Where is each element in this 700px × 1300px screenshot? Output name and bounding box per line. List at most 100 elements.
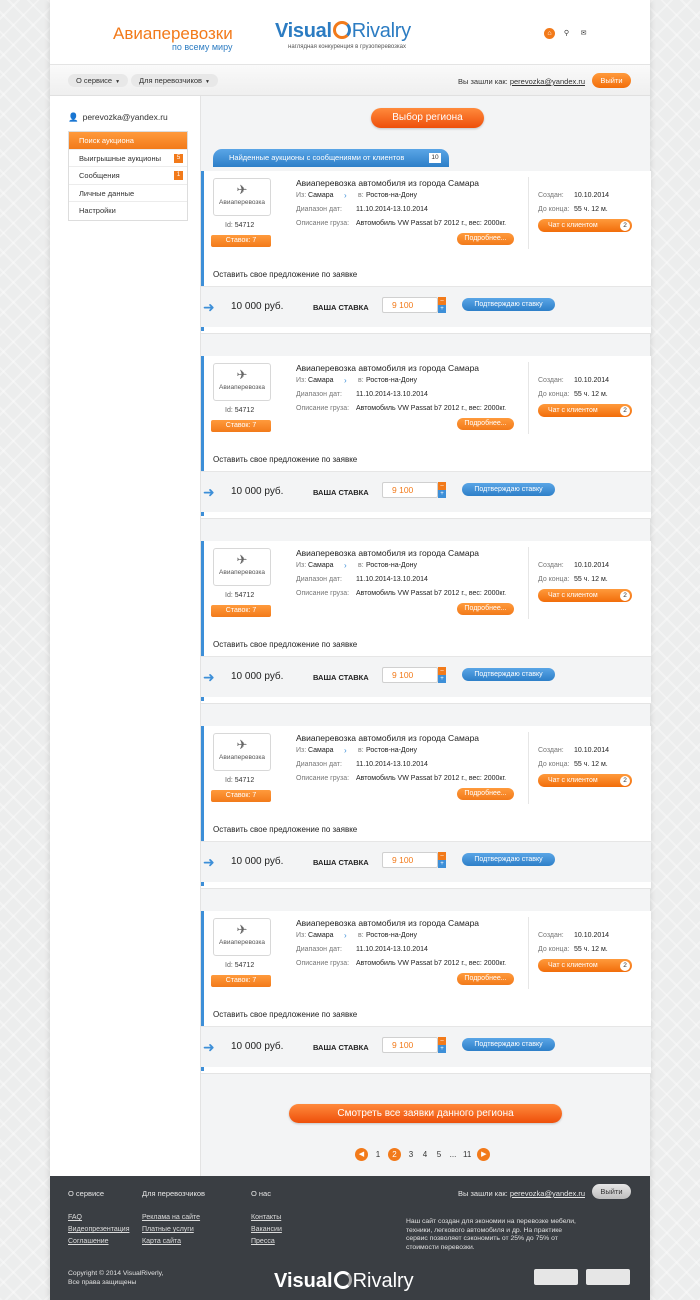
- bids-count-badge[interactable]: Ставок: 7: [211, 235, 271, 247]
- confirm-bid-button[interactable]: Подтверждаю ставку: [462, 1038, 555, 1051]
- footer-link-carriers[interactable]: Для перевозчиков: [142, 1189, 205, 1198]
- auction-title[interactable]: Авиаперевозка автомобиля из города Самар…: [296, 363, 479, 373]
- bids-count-badge[interactable]: Ставок: 7: [211, 975, 271, 987]
- view-all-region-button[interactable]: Смотреть все заявки данного региона: [289, 1104, 562, 1123]
- plus-icon[interactable]: +: [438, 860, 446, 868]
- page-4[interactable]: 4: [421, 1150, 429, 1159]
- mail-icon[interactable]: ✉: [578, 28, 589, 39]
- bid-stepper[interactable]: – +: [438, 667, 446, 683]
- sidebar-item-settings[interactable]: Настройки: [69, 202, 187, 220]
- page-3[interactable]: 3: [407, 1150, 415, 1159]
- nav-about-dropdown[interactable]: О сервисе ▼: [68, 74, 129, 87]
- sidebar-item-messages[interactable]: Сообщения 1: [69, 167, 187, 185]
- auction-thumbnail[interactable]: ✈ Авиаперевозка: [213, 363, 271, 401]
- confirm-bid-button[interactable]: Подтверждаю ставку: [462, 668, 555, 681]
- minus-icon[interactable]: –: [438, 667, 446, 675]
- footer-link-agreement[interactable]: Соглашение: [68, 1238, 109, 1245]
- from-label: Из:: [296, 192, 307, 199]
- page-1[interactable]: 1: [374, 1150, 382, 1159]
- auction-title[interactable]: Авиаперевозка автомобиля из города Самар…: [296, 733, 479, 743]
- plus-icon[interactable]: +: [438, 490, 446, 498]
- auction-thumbnail[interactable]: ✈ Авиаперевозка: [213, 178, 271, 216]
- footer-logged-email[interactable]: perevozka@yandex.ru: [510, 1189, 585, 1198]
- search-icon[interactable]: ⚲: [561, 28, 572, 39]
- plus-icon[interactable]: +: [438, 675, 446, 683]
- confirm-bid-button[interactable]: Подтверждаю ставку: [462, 483, 555, 496]
- chat-with-client-button[interactable]: Чат с клиентом 2: [538, 589, 632, 602]
- auction-thumbnail[interactable]: ✈ Авиаперевозка: [213, 548, 271, 586]
- auction-title[interactable]: Авиаперевозка автомобиля из города Самар…: [296, 178, 479, 188]
- minus-icon[interactable]: –: [438, 482, 446, 490]
- footer-link-press[interactable]: Пресса: [251, 1238, 275, 1245]
- bid-input[interactable]: 9 100: [382, 852, 438, 868]
- details-button[interactable]: Подробнее...: [457, 973, 514, 985]
- auction-title[interactable]: Авиаперевозка автомобиля из города Самар…: [296, 548, 479, 558]
- chat-with-client-button[interactable]: Чат с клиентом 2: [538, 219, 632, 232]
- footer-link-video[interactable]: Видеопрезентация: [68, 1226, 130, 1233]
- stats-counter-icon[interactable]: [586, 1269, 630, 1285]
- confirm-bid-button[interactable]: Подтверждаю ставку: [462, 853, 555, 866]
- plus-icon[interactable]: +: [438, 1045, 446, 1053]
- auction-thumbnail[interactable]: ✈ Авиаперевозка: [213, 733, 271, 771]
- sidebar-item-personal-data[interactable]: Личные данные: [69, 185, 187, 202]
- bid-input[interactable]: 9 100: [382, 1037, 438, 1053]
- logged-email-link[interactable]: perevozka@yandex.ru: [510, 77, 585, 86]
- bid-input[interactable]: 9 100: [382, 297, 438, 313]
- bids-count-badge[interactable]: Ставок: 7: [211, 605, 271, 617]
- chat-with-client-button[interactable]: Чат с клиентом 2: [538, 404, 632, 417]
- bid-stepper[interactable]: – +: [438, 297, 446, 313]
- page-2-active[interactable]: 2: [388, 1148, 401, 1161]
- bids-count-badge[interactable]: Ставок: 7: [211, 420, 271, 432]
- offer-title: Оставить свое предложение по заявке: [213, 270, 358, 279]
- page-11[interactable]: 11: [463, 1150, 471, 1159]
- dates-value: 11.10.2014-13.10.2014: [356, 946, 428, 953]
- auction-thumbnail[interactable]: ✈ Авиаперевозка: [213, 918, 271, 956]
- minus-icon[interactable]: –: [438, 1037, 446, 1045]
- brand-title[interactable]: Авиаперевозки: [113, 24, 233, 44]
- sidebar-item-auction-search[interactable]: Поиск аукциона: [69, 132, 187, 150]
- brand-subtitle: по всему миру: [172, 42, 233, 52]
- region-select-button[interactable]: Выбор региона: [371, 108, 484, 128]
- page-5[interactable]: 5: [435, 1150, 443, 1159]
- nav-carriers-dropdown[interactable]: Для перевозчиков ▼: [131, 74, 218, 87]
- bids-count-badge[interactable]: Ставок: 7: [211, 790, 271, 802]
- bid-stepper[interactable]: – +: [438, 1037, 446, 1053]
- chat-with-client-button[interactable]: Чат с клиентом 2: [538, 959, 632, 972]
- sidebar-item-won-auctions[interactable]: Выигрышные аукционы 5: [69, 150, 187, 167]
- bid-stepper[interactable]: – +: [438, 852, 446, 868]
- found-auctions-tab[interactable]: Найденные аукционы с сообщениями от клие…: [213, 149, 449, 167]
- bid-stepper[interactable]: – +: [438, 482, 446, 498]
- details-button[interactable]: Подробнее...: [457, 418, 514, 430]
- bid-input[interactable]: 9 100: [382, 482, 438, 498]
- footer-link-contacts[interactable]: Контакты: [251, 1214, 281, 1221]
- footer-link-paid-services[interactable]: Платные услуги: [142, 1226, 194, 1233]
- confirm-bid-button[interactable]: Подтверждаю ставку: [462, 298, 555, 311]
- bid-input[interactable]: 9 100: [382, 667, 438, 683]
- time-left-value: 55 ч. 12 м.: [574, 761, 608, 768]
- footer-link-sitemap[interactable]: Карта сайта: [142, 1238, 181, 1245]
- details-button[interactable]: Подробнее...: [457, 788, 514, 800]
- footer-link-about[interactable]: О сервисе: [68, 1189, 104, 1198]
- site-logo[interactable]: Visual Rivalry: [275, 20, 411, 43]
- client-price: 10 000 руб.: [231, 301, 284, 312]
- footer-link-us[interactable]: О нас: [251, 1189, 271, 1198]
- home-icon[interactable]: ⌂: [544, 28, 555, 39]
- footer-logo[interactable]: Visual Rivalry: [274, 1270, 414, 1293]
- stats-counter-icon[interactable]: [534, 1269, 578, 1285]
- footer-link-vacancies[interactable]: Вакансии: [251, 1226, 282, 1233]
- next-page-icon[interactable]: ▶: [477, 1148, 491, 1161]
- auction-title[interactable]: Авиаперевозка автомобиля из города Самар…: [296, 918, 479, 928]
- footer-link-faq[interactable]: FAQ: [68, 1214, 82, 1221]
- logout-button[interactable]: Выйти: [592, 73, 631, 88]
- plus-icon[interactable]: +: [438, 305, 446, 313]
- details-button[interactable]: Подробнее...: [457, 603, 514, 615]
- footer-logout-button[interactable]: Выйти: [592, 1184, 631, 1199]
- minus-icon[interactable]: –: [438, 297, 446, 305]
- footer-link-advertising[interactable]: Реклама на сайте: [142, 1214, 200, 1221]
- minus-icon[interactable]: –: [438, 852, 446, 860]
- paper-plane-icon: ✈: [236, 367, 248, 382]
- details-button[interactable]: Подробнее...: [457, 233, 514, 245]
- prev-page-icon[interactable]: ◀: [355, 1148, 368, 1161]
- from-value: Самара: [308, 932, 334, 939]
- chat-with-client-button[interactable]: Чат с клиентом 2: [538, 774, 632, 787]
